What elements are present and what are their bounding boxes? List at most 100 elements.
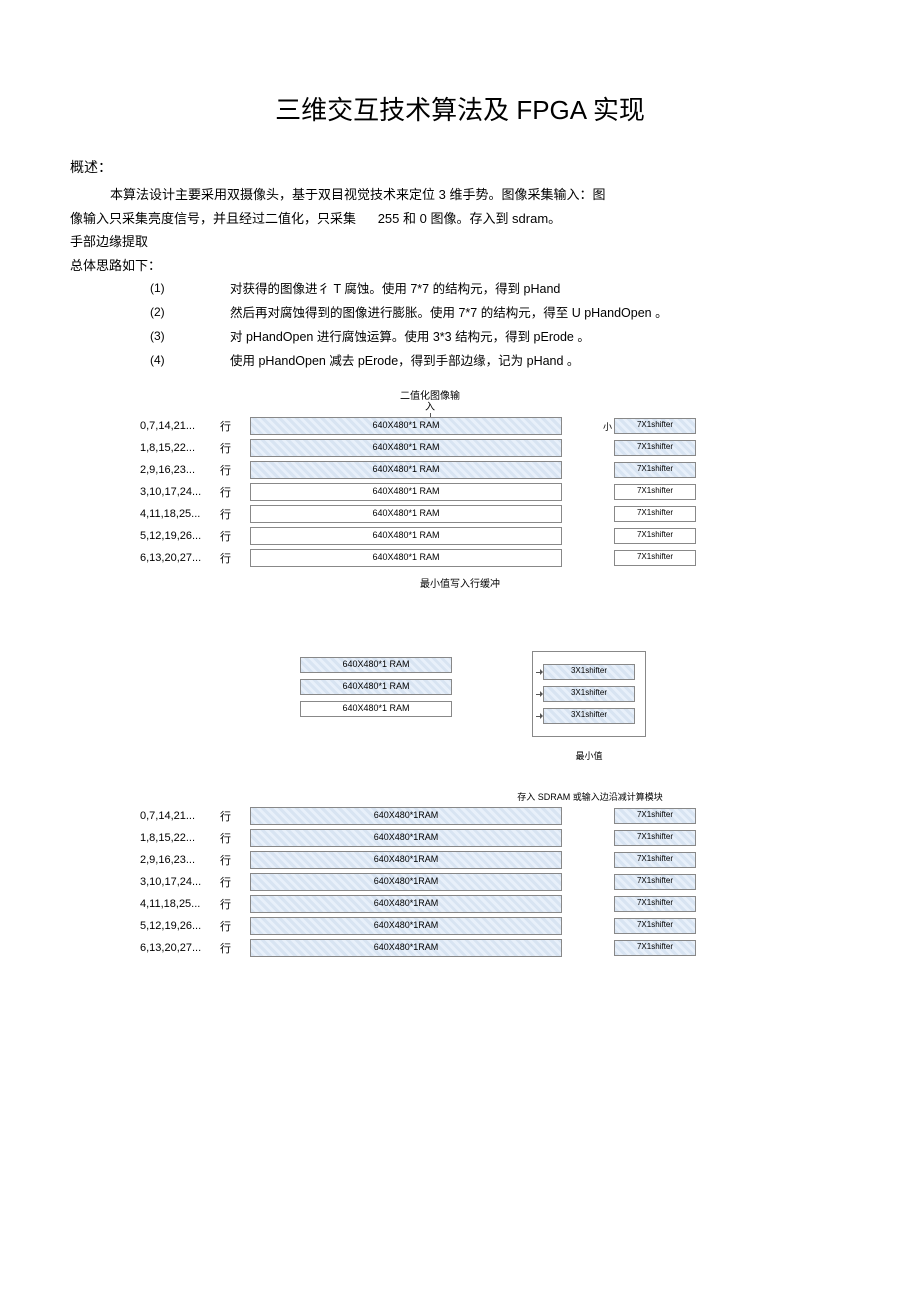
paragraph-1b-wrap: 像输入只采集亮度信号，并且经过二值化，只采集 255 和 0 图像。存入到 sd… [70, 209, 850, 229]
row-index: 6,13,20,27... [140, 552, 220, 564]
page-title: 三维交互技术算法及 FPGA 实现 [70, 90, 850, 127]
row-label: 行 [220, 418, 250, 434]
mid-ram-block: 640X480*1 RAM [300, 701, 452, 717]
ram-block: 640X480*1RAM [250, 917, 562, 935]
shifter-block: 7X1shifter [614, 440, 696, 456]
step-item: (1)对获得的图像进彳 T 腐蚀。使用 7*7 的结构元，得到 pHand [190, 279, 850, 299]
mid-shifter-block: 3X1shifter [543, 686, 635, 702]
shifter-block: 7X1shifter [614, 484, 696, 500]
ram-block: 640X480*1 RAM [250, 527, 562, 545]
shifter-block: 7X1shifter [614, 418, 696, 434]
row-index: 5,12,19,26... [140, 920, 220, 932]
shifter-block: 7X1shifter [614, 874, 696, 890]
row-index: 3,10,17,24... [140, 876, 220, 888]
row-label: 行 [220, 852, 250, 868]
shifter-block: 7X1shifter [614, 462, 696, 478]
row-label: 行 [220, 896, 250, 912]
diagram-dilate: 0,7,14,21...行640X480*1RAM7X1shifter1,8,1… [140, 807, 850, 957]
step-number: (1) [150, 279, 165, 298]
diagram-row: 5,12,19,26...行640X480*1RAM 7X1shifter [140, 917, 850, 935]
ram-block: 640X480*1RAM [250, 939, 562, 957]
small-label: 小 [592, 420, 612, 433]
row-label: 行 [220, 484, 250, 500]
paragraph-1a: 本算法设计主要采用双摄像头，基于双目视觉技术来定位 3 维手势。图像采集输入：图 [70, 185, 850, 205]
mid-ram-block: 640X480*1 RAM [300, 679, 452, 695]
row-label: 行 [220, 940, 250, 956]
row-index: 1,8,15,22... [140, 832, 220, 844]
row-index: 4,11,18,25... [140, 898, 220, 910]
ram-block: 640X480*1 RAM [250, 417, 562, 435]
min-label: 最小值 [532, 749, 646, 762]
diagram-row: 2,9,16,23...行640X480*1 RAM 7X1shifter [140, 461, 850, 479]
diagram-row: 6,13,20,27...行640X480*1RAM 7X1shifter [140, 939, 850, 957]
ram-block: 640X480*1RAM [250, 873, 562, 891]
overall-heading: 总体思路如下： [70, 256, 850, 276]
mid-shifter-block: 3X1shifter [543, 664, 635, 680]
steps-list: (1)对获得的图像进彳 T 腐蚀。使用 7*7 的结构元，得到 pHand (2)… [70, 279, 850, 371]
row-index: 6,13,20,27... [140, 942, 220, 954]
shifter-block: 7X1shifter [614, 808, 696, 824]
diagram-row: 4,11,18,25...行640X480*1RAM 7X1shifter [140, 895, 850, 913]
ram-block: 640X480*1RAM [250, 829, 562, 847]
shifter-block: 7X1shifter [614, 918, 696, 934]
shifter-block: 7X1shifter [614, 830, 696, 846]
row-index: 4,11,18,25... [140, 508, 220, 520]
row-label: 行 [220, 550, 250, 566]
diagram-row: 4,11,18,25...行640X480*1 RAM 7X1shifter [140, 505, 850, 523]
paragraph-1c: 255 和 0 图像。存入到 sdram。 [378, 211, 562, 226]
row-label: 行 [220, 918, 250, 934]
row-index: 5,12,19,26... [140, 530, 220, 542]
step-number: (2) [150, 303, 165, 322]
diagram-row: 2,9,16,23...行640X480*1RAM 7X1shifter [140, 851, 850, 869]
row-index: 2,9,16,23... [140, 854, 220, 866]
ram-block: 640X480*1 RAM [250, 461, 562, 479]
row-label: 行 [220, 462, 250, 478]
row-index: 2,9,16,23... [140, 464, 220, 476]
shifter-block: 7X1shifter [614, 896, 696, 912]
ram-block: 640X480*1 RAM [250, 439, 562, 457]
row-label: 行 [220, 440, 250, 456]
ram-block: 640X480*1 RAM [250, 505, 562, 523]
paragraph-1b: 像输入只采集亮度信号，并且经过二值化，只采集 [70, 211, 356, 226]
diagram-row: 0,7,14,21...行640X480*1RAM 7X1shifter [140, 807, 850, 825]
ram-block: 640X480*1RAM [250, 895, 562, 913]
sdram-label: 存入 SDRAM 或输入边沿减计算模块 [500, 792, 680, 803]
shifter-box: 3X1shifter 3X1shifter 3X1shifter [532, 651, 646, 737]
step-number: (3) [150, 327, 165, 346]
shifter-block: 7X1shifter [614, 852, 696, 868]
overview-heading: 概述： [70, 157, 850, 177]
mid-shifter-block: 3X1shifter [543, 708, 635, 724]
row-index: 0,7,14,21... [140, 810, 220, 822]
row-index: 1,8,15,22... [140, 442, 220, 454]
row-label: 行 [220, 830, 250, 846]
ram-block: 640X480*1 RAM [250, 483, 562, 501]
ram-block: 640X480*1RAM [250, 851, 562, 869]
diagram-row: 1,8,15,22...行640X480*1RAM 7X1shifter [140, 829, 850, 847]
diagram-row: 3,10,17,24...行640X480*1RAM7X1shifter [140, 873, 850, 891]
shifter-block: 7X1shifter [614, 506, 696, 522]
row-label: 行 [220, 506, 250, 522]
mini-caption: 最小值写入行缓冲 [400, 579, 520, 591]
row-index: 3,10,17,24... [140, 486, 220, 498]
row-label: 行 [220, 528, 250, 544]
ram-block: 640X480*1RAM [250, 807, 562, 825]
step-number: (4) [150, 351, 165, 370]
diagram-row: 1,8,15,22...行640X480*1 RAM 7X1shifter [140, 439, 850, 457]
step-item: (3)对 pHandOpen 进行腐蚀运算。使用 3*3 结构元，得到 pEro… [190, 327, 850, 347]
shifter-block: 7X1shifter [614, 940, 696, 956]
row-index: 0,7,14,21... [140, 420, 220, 432]
hand-edge-heading: 手部边缘提取 [70, 232, 850, 252]
diagram-row: 0,7,14,21...行640X480*1 RAM 小7X1shifter [140, 417, 850, 435]
diagram-erode: 二值化图像输入 0,7,14,21...行640X480*1 RAM小7X1sh… [140, 391, 850, 591]
shifter-block: 7X1shifter [614, 528, 696, 544]
row-label: 行 [220, 808, 250, 824]
diagram-top-label: 二值化图像输入 [400, 391, 460, 413]
mid-ram-block: 640X480*1 RAM [300, 657, 452, 673]
diagram-mid: 640X480*1 RAM640X480*1 RAM640X480*1 RAM … [300, 651, 850, 762]
step-item: (2)然后再对腐蚀得到的图像进行膨胀。使用 7*7 的结构元，得至 U pHan… [190, 303, 850, 323]
ram-block: 640X480*1 RAM [250, 549, 562, 567]
step-item: (4)使用 pHandOpen 减去 pErode，得到手部边缘，记为 pHan… [190, 351, 850, 371]
diagram-row: 3,10,17,24...行640X480*1 RAM 7X1shifter [140, 483, 850, 501]
diagram-row: 5,12,19,26...行640X480*1 RAM 7X1shifter [140, 527, 850, 545]
diagram-row: 6,13,20,27...行640X480*1 RAM7X1shifter [140, 549, 850, 567]
